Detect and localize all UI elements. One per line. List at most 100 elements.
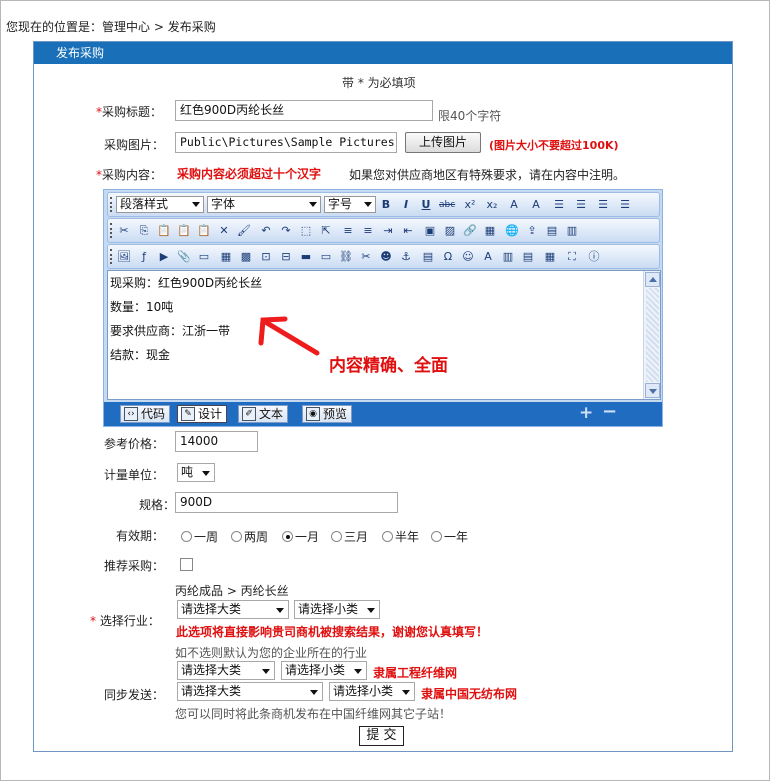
radio-icon[interactable] [331,531,342,542]
scroll-down-icon[interactable] [645,383,660,398]
underline-icon[interactable]: U [418,197,434,213]
highlight-color-icon[interactable]: A [528,197,544,213]
insert-frame-icon[interactable]: ▩ [238,249,254,265]
insert-word-icon[interactable]: ▤ [520,249,536,265]
align-right-icon[interactable]: ☰ [595,197,611,213]
radio-selected-icon[interactable] [282,531,293,542]
font-color-icon[interactable]: A [506,197,522,213]
fullscreen-icon[interactable]: ⛶ [564,249,580,265]
validity-option-week[interactable]: 一周 [181,528,218,545]
sync-nonwoven-major-select[interactable]: 请选择大类 [177,682,323,701]
radio-icon[interactable] [181,531,192,542]
paste-icon[interactable]: 📋 [156,223,172,239]
strikethrough-icon[interactable]: abc [439,197,455,213]
superscript-icon[interactable]: x² [462,197,478,213]
delete-icon[interactable]: ✕ [216,223,232,239]
undo-icon[interactable]: ↶ [258,223,274,239]
web-icon[interactable]: 🌐 [504,223,520,239]
properties-icon[interactable]: ▤ [420,249,436,265]
insert-flash-icon[interactable]: ƒ [136,249,152,265]
scroll-up-icon[interactable] [645,272,660,287]
price-input[interactable]: 14000 [175,431,258,452]
validity-option-three-months[interactable]: 三月 [331,528,368,545]
outdent-icon[interactable]: ⇤ [400,223,416,239]
select-none-icon[interactable]: ⇱ [318,223,334,239]
sync-engineering-minor-select[interactable]: 请选择小类 [281,661,367,680]
editor-content-area[interactable]: 现采购：红色900D丙纶长丝 数量：10吨 要求供应商：江浙一带 结款：现金 [107,270,661,400]
redo-icon[interactable]: ↷ [278,223,294,239]
align-left-icon[interactable]: ☰ [551,197,567,213]
upload-icon[interactable]: ⇪ [524,223,540,239]
font-size-select[interactable]: 字号 [324,196,376,213]
font-select[interactable]: 字体 [207,196,321,213]
format-painter-icon[interactable]: 🖌 [236,223,252,239]
radio-icon[interactable] [382,531,393,542]
insert-special-icon[interactable]: ⊡ [258,249,274,265]
paragraph-style-select[interactable]: 段落样式 [116,196,204,213]
italic-icon[interactable]: I [398,197,414,213]
cut-icon[interactable]: ✂ [116,223,132,239]
insert-field-icon[interactable]: ▭ [318,249,334,265]
editor-scrollbar[interactable] [643,271,660,399]
validity-option-half-year[interactable]: 半年 [382,528,419,545]
validity-option-month[interactable]: 一月 [282,528,319,545]
collapse-minus-icon[interactable]: − [602,401,617,422]
background-color-icon[interactable]: ▨ [442,223,458,239]
art-text-icon[interactable]: A [480,249,496,265]
unit-select[interactable]: 吨 [177,463,215,482]
align-center-icon[interactable]: ☰ [573,197,589,213]
select-all-icon[interactable]: ⬚ [298,223,314,239]
insert-excel-icon[interactable]: ▥ [500,249,516,265]
recommend-checkbox[interactable] [180,558,193,571]
insert-image-icon[interactable]: 🖼 [116,249,132,265]
ordered-list-icon[interactable]: ≡ [340,223,356,239]
insert-marquee-icon[interactable]: ⊟ [278,249,294,265]
mode-preview-button[interactable]: ◉ 预览 [302,405,353,423]
scroll-track[interactable] [646,288,659,382]
sync-nonwoven-minor-select[interactable]: 请选择小类 [329,682,415,701]
upload-image-button[interactable]: 上传图片 [405,132,481,153]
subscript-icon[interactable]: x₂ [484,197,500,213]
image-upload-icon[interactable]: ▤ [544,223,560,239]
bold-icon[interactable]: B [378,197,394,213]
spec-input[interactable]: 900D [175,492,398,513]
insert-file-icon[interactable]: ▭ [196,249,212,265]
validity-option-year[interactable]: 一年 [431,528,468,545]
insert-table-icon[interactable]: ▦ [218,249,234,265]
breadcrumb-home[interactable]: 管理中心 [102,20,150,34]
text-box-icon[interactable]: ▣ [422,223,438,239]
radio-icon[interactable] [231,531,242,542]
unlink-icon[interactable]: ✂ [358,249,374,265]
horizontal-rule-icon[interactable]: ▬ [298,249,314,265]
anchor-icon[interactable]: ⚓ [398,249,414,265]
info-icon[interactable]: ⓘ [586,249,602,265]
expand-plus-icon[interactable]: + [579,403,593,423]
insert-media-icon[interactable]: ▶ [156,249,172,265]
title-input[interactable]: 红色900D丙纶长丝 [175,100,433,121]
special-char-icon[interactable]: Ω [440,249,456,265]
validity-option-two-weeks[interactable]: 两周 [231,528,268,545]
indent-icon[interactable]: ⇥ [380,223,396,239]
smiley-icon[interactable]: ☺ [460,249,476,265]
radio-icon[interactable] [431,531,442,542]
emoticon-icon[interactable]: ☻ [378,249,394,265]
industry-major-select[interactable]: 请选择大类 [177,600,289,619]
excel-icon[interactable]: ▥ [564,223,580,239]
image-path-input[interactable]: Public\Pictures\Sample Pictures [175,132,397,153]
insert-link-icon[interactable]: ⛓ [338,249,354,265]
paste-text-icon[interactable]: 📋 [176,223,192,239]
industry-minor-select[interactable]: 请选择小类 [294,600,380,619]
unordered-list-icon[interactable]: ≡ [360,223,376,239]
mode-design-button[interactable]: ✎ 设计 [177,405,228,423]
mode-text-button[interactable]: ✐ 文本 [238,405,289,423]
show-borders-icon[interactable]: ▦ [542,249,558,265]
paste-word-icon[interactable]: 📋 [196,223,212,239]
copy-icon[interactable]: ⎘ [136,223,152,239]
mode-code-button[interactable]: ‹› 代码 [120,405,171,423]
submit-button[interactable]: 提 交 [359,726,404,746]
align-justify-icon[interactable]: ☰ [617,197,633,213]
link-icon[interactable]: 🔗 [462,223,478,239]
insert-attachment-icon[interactable]: 📎 [176,249,192,265]
table-icon[interactable]: ▦ [482,223,498,239]
sync-engineering-major-select[interactable]: 请选择大类 [177,661,275,680]
